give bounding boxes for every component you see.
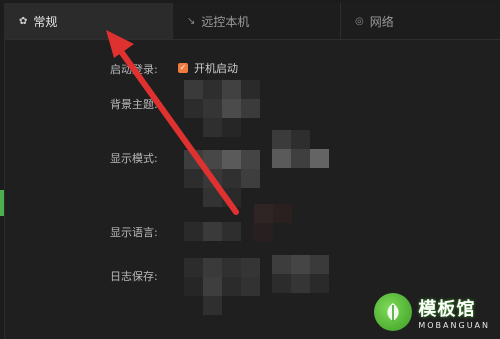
watermark-cn: 模板馆 [418, 298, 476, 320]
tab-network[interactable]: ◎ 网络 [341, 3, 500, 39]
watermark-logo: 模板馆 MOBANGUAN [374, 293, 490, 331]
obscured-options-area [184, 62, 264, 315]
tab-remote[interactable]: ↘ 远控本机 [173, 3, 341, 39]
leaf-logo-icon [374, 293, 413, 331]
tab-general[interactable]: ✿ 常规 [5, 3, 173, 39]
side-accent-strip [0, 190, 4, 216]
gear-icon: ✿ [19, 15, 28, 27]
theme-label: 背景主题: [110, 98, 158, 111]
network-icon: ◎ [355, 15, 364, 27]
language-label: 显示语言: [110, 226, 158, 239]
startup-label: 启动登录: [110, 63, 158, 76]
tab-bar: ✿ 常规 ↘ 远控本机 ◎ 网络 [5, 3, 500, 40]
obscured-language-dropdown [254, 204, 294, 244]
obscured-mode-options [272, 130, 332, 170]
tab-remote-label: 远控本机 [201, 14, 250, 29]
remote-icon: ↘ [187, 15, 196, 27]
tab-network-label: 网络 [369, 14, 394, 29]
obscured-log-options [272, 255, 338, 295]
display-mode-label: 显示模式: [110, 152, 158, 165]
watermark-en: MOBANGUAN [418, 320, 490, 330]
tab-general-label: 常规 [33, 14, 58, 29]
log-label: 日志保存: [110, 270, 158, 283]
